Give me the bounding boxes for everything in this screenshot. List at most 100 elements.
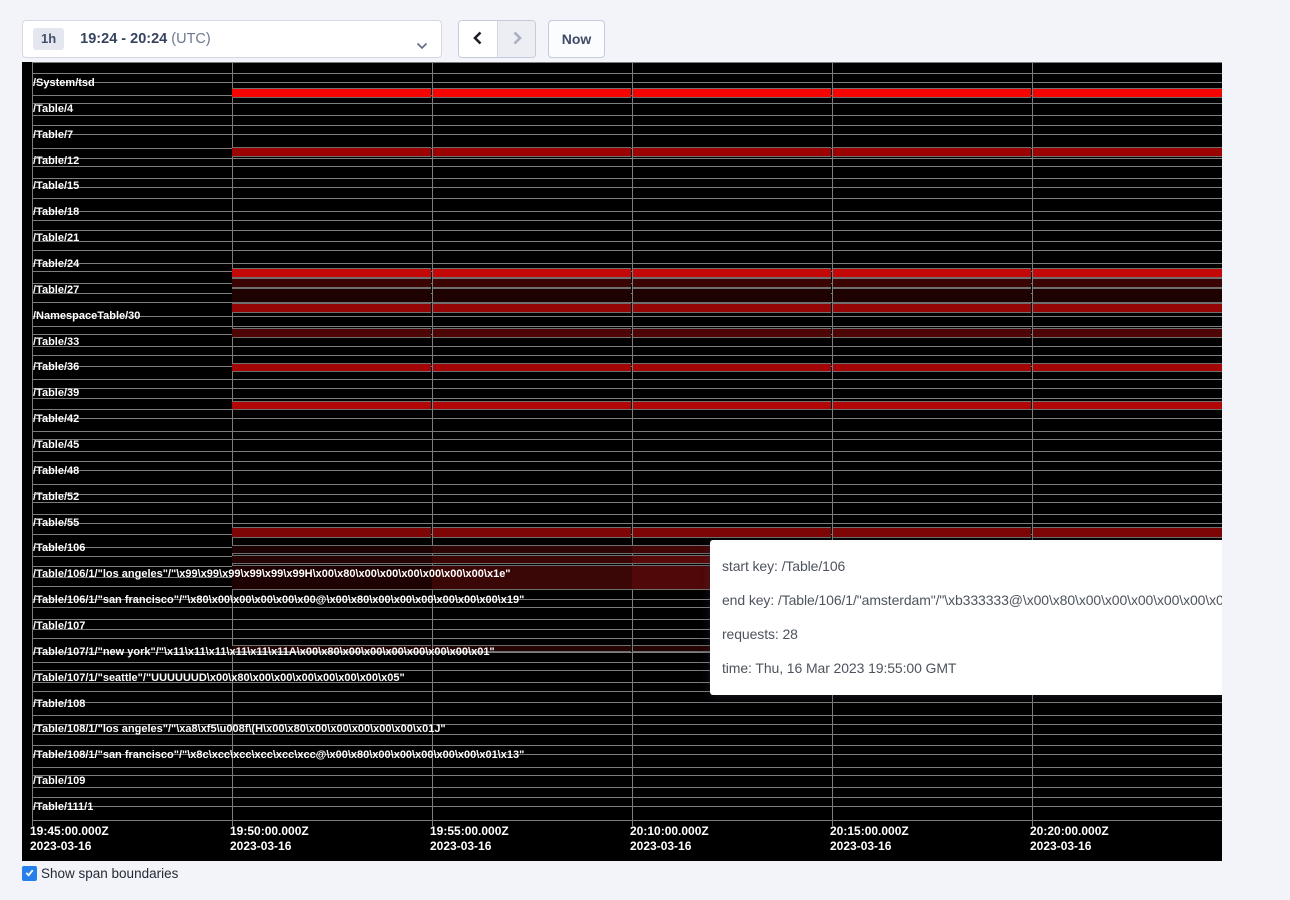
span-boundary-line [32, 523, 1222, 524]
axis-tick-time: 19:50:00.000Z [230, 824, 309, 839]
heat-band [833, 527, 1031, 538]
heat-band [433, 303, 631, 313]
heat-band [633, 268, 831, 278]
row-label: /Table/55 [33, 517, 79, 529]
span-boundary-line [32, 502, 1222, 503]
row-label: /System/tsd [33, 77, 95, 89]
heat-band [232, 268, 431, 278]
row-label: /Table/106 [33, 542, 85, 554]
heat-band [633, 278, 831, 288]
heat-band [232, 303, 431, 313]
show-span-boundaries-checkbox[interactable] [22, 866, 37, 881]
row-label: /Table/27 [33, 284, 79, 296]
time-range-value: 19:24 - 20:24 [80, 31, 167, 47]
heat-band [433, 268, 631, 278]
row-label: /Table/111/1 [33, 801, 93, 813]
heat-band [433, 363, 631, 372]
heat-band [433, 527, 631, 538]
span-boundary-line [32, 398, 1222, 399]
span-boundary-line [32, 326, 1222, 327]
heat-band [232, 527, 431, 538]
axis-tick-time: 19:55:00.000Z [430, 824, 509, 839]
hover-tooltip: start key: /Table/106 end key: /Table/10… [710, 540, 1222, 695]
span-boundary-line [32, 787, 1222, 788]
row-label: /Table/109 [33, 775, 85, 787]
previous-range-button[interactable] [459, 21, 497, 57]
row-label: /Table/45 [33, 439, 79, 451]
heat-band [232, 278, 431, 288]
heat-band [633, 527, 831, 538]
axis-tick-label: 19:55:00.000Z2023-03-16 [430, 824, 509, 854]
time-gridline [1032, 62, 1033, 826]
row-label: /Table/21 [33, 232, 79, 244]
row-label: /Table/107/1/"seattle"/"UUUUUUD\x00\x80\… [33, 672, 405, 684]
row-label: /Table/4 [33, 103, 73, 115]
row-label: /Table/24 [33, 258, 79, 270]
span-boundary-line [32, 198, 1222, 199]
span-boundary-line [32, 346, 1222, 347]
heat-band [1033, 147, 1222, 157]
span-boundary-line [32, 470, 1222, 471]
heat-band [232, 88, 431, 98]
heat-band [633, 328, 831, 338]
span-boundary-line [32, 263, 1222, 264]
heat-band [633, 363, 831, 372]
row-label: /Table/15 [33, 180, 79, 192]
axis-tick-time: 19:45:00.000Z [30, 824, 109, 839]
row-label: /Table/42 [33, 413, 79, 425]
now-button[interactable]: Now [548, 20, 605, 58]
axis-tick-label: 19:50:00.000Z2023-03-16 [230, 824, 309, 854]
row-label: /Table/48 [33, 465, 79, 477]
row-label: /Table/7 [33, 129, 73, 141]
row-label: /Table/107 [33, 620, 85, 632]
chevron-right-icon [509, 30, 525, 49]
tooltip-time: time: Thu, 16 Mar 2023 19:55:00 GMT [722, 651, 1222, 685]
span-boundary-line [32, 767, 1222, 768]
show-span-boundaries-label: Show span boundaries [41, 866, 178, 881]
span-boundary-line [32, 230, 1222, 231]
next-range-button[interactable] [497, 21, 535, 57]
heat-band [432, 555, 632, 564]
key-visualizer-canvas[interactable]: /System/tsd/Table/4/Table/7/Table/12/Tab… [22, 62, 1222, 861]
range-nav-group [458, 20, 536, 58]
axis-tick-time: 20:20:00.000Z [1030, 824, 1109, 839]
heat-band [633, 88, 831, 98]
row-label: /Table/107/1/"new york"/"\x11\x11\x11\x1… [33, 646, 495, 658]
show-span-boundaries-toggle[interactable]: Show span boundaries [22, 866, 178, 881]
axis-tick-label: 19:45:00.000Z2023-03-16 [30, 824, 109, 854]
axis-tick-label: 20:10:00.000Z2023-03-16 [630, 824, 709, 854]
heat-band [1033, 363, 1222, 372]
heat-band [1033, 268, 1222, 278]
time-range-dropdown[interactable]: 1h 19:24 - 20:24 (UTC) [22, 20, 442, 58]
heat-band [633, 147, 831, 157]
heat-band [833, 303, 1031, 313]
span-boundary-line [32, 355, 1222, 356]
span-boundary-line [32, 745, 1222, 746]
tooltip-end-key: end key: /Table/106/1/"amsterdam"/"\xb33… [722, 583, 1222, 617]
axis-tick-time: 20:15:00.000Z [830, 824, 909, 839]
span-boundary-line [32, 166, 1222, 167]
heat-band [433, 288, 631, 303]
row-label: /Table/39 [33, 387, 79, 399]
axis-tick-date: 2023-03-16 [830, 839, 909, 854]
chevron-down-icon [416, 37, 428, 45]
row-label: /Table/108/1/"los angeles"/"\xa8\xf5\u00… [33, 723, 446, 735]
time-range-timezone: (UTC) [171, 31, 210, 47]
chevron-left-icon [470, 30, 486, 49]
heat-band [1033, 88, 1222, 98]
row-label: /Table/106/1/"los angeles"/"\x99\x99\x99… [33, 568, 511, 580]
span-boundary-line [32, 431, 1222, 432]
span-boundary-line [32, 73, 1222, 74]
heat-band [232, 147, 431, 157]
axis-tick-time: 20:10:00.000Z [630, 824, 709, 839]
axis-tick-date: 2023-03-16 [1030, 839, 1109, 854]
heat-band [833, 401, 1031, 410]
span-boundary-line [32, 715, 1222, 716]
axis-tick-date: 2023-03-16 [30, 839, 109, 854]
row-label: /Table/52 [33, 491, 79, 503]
row-label: /Table/12 [33, 155, 79, 167]
heat-band [1033, 401, 1222, 410]
heat-band [232, 288, 431, 303]
axis-tick-date: 2023-03-16 [230, 839, 309, 854]
row-label: /Table/108 [33, 698, 85, 710]
